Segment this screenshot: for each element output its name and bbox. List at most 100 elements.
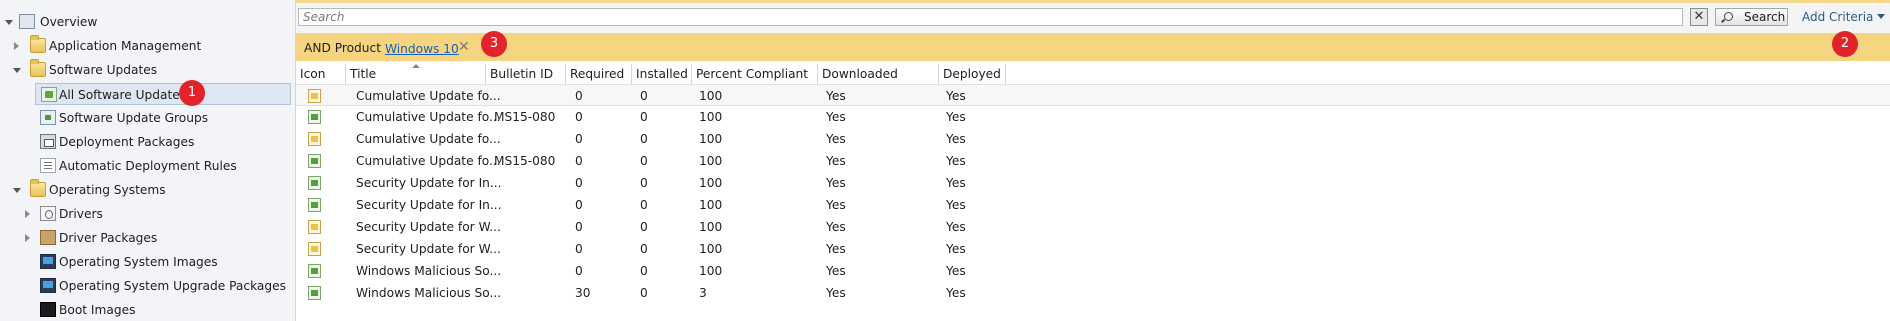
tree-item-drivers[interactable]: Drivers bbox=[0, 203, 294, 225]
tree-item-automatic-deployment-rules[interactable]: Automatic Deployment Rules bbox=[0, 155, 294, 177]
expand-arrow-icon[interactable] bbox=[13, 188, 21, 193]
results-grid: Icon Title Bulletin ID Required Installe… bbox=[296, 64, 1890, 321]
cell-deployed: Yes bbox=[946, 242, 966, 256]
cell-required: 0 bbox=[575, 198, 583, 212]
tree-item-boot-images[interactable]: Boot Images bbox=[0, 299, 294, 321]
criteria-label: AND Product bbox=[304, 41, 381, 55]
cell-title: Windows Malicious So... bbox=[356, 286, 502, 300]
tree-item-software-updates[interactable]: Software Updates bbox=[0, 59, 294, 81]
cell-title: Cumulative Update fo... bbox=[356, 154, 501, 168]
cell-installed: 0 bbox=[640, 89, 648, 103]
update-icon-yellow bbox=[308, 132, 321, 146]
tree-item-label: Software Update Groups bbox=[59, 111, 209, 125]
table-row[interactable]: Cumulative Update fo... MS15-080 0 0 100 Yes Y… bbox=[296, 150, 1890, 172]
update-icon-green bbox=[308, 264, 321, 278]
cell-downloaded: Yes bbox=[826, 132, 846, 146]
cell-title: Cumulative Update fo... bbox=[356, 132, 501, 146]
tree-item-application-management[interactable]: Application Management bbox=[0, 35, 294, 57]
tree-item-deployment-packages[interactable]: Deployment Packages bbox=[0, 131, 294, 153]
table-row[interactable]: Windows Malicious So... 0 0 100 Yes Yes bbox=[296, 260, 1890, 282]
column-header-percent-compliant[interactable]: Percent Compliant bbox=[692, 64, 818, 84]
expand-arrow-icon[interactable] bbox=[5, 20, 13, 25]
cell-deployed: Yes bbox=[946, 110, 966, 124]
cell-percent-compliant: 100 bbox=[699, 89, 723, 103]
cell-required: 0 bbox=[575, 264, 583, 278]
cell-downloaded: Yes bbox=[826, 286, 846, 300]
folder-icon bbox=[30, 35, 46, 53]
folder-icon bbox=[30, 59, 46, 77]
search-input[interactable] bbox=[298, 8, 1683, 26]
update-icon-green bbox=[308, 286, 321, 300]
criteria-bar: AND Product Windows 10 ✕ bbox=[296, 33, 1890, 61]
column-header-deployed[interactable]: Deployed bbox=[939, 64, 1006, 84]
tree-item-label: Application Management bbox=[49, 39, 202, 53]
tree-item-operating-system-images[interactable]: Operating System Images bbox=[0, 251, 294, 273]
tree-item-driver-packages[interactable]: Driver Packages bbox=[0, 227, 294, 249]
cell-installed: 0 bbox=[640, 154, 648, 168]
column-header-installed[interactable]: Installed bbox=[632, 64, 692, 84]
clear-search-button[interactable]: ✕ bbox=[1690, 8, 1708, 26]
tree-item-label: Software Updates bbox=[49, 63, 158, 77]
cell-downloaded: Yes bbox=[826, 264, 846, 278]
cell-deployed: Yes bbox=[946, 264, 966, 278]
tree-item-label: Operating Systems bbox=[49, 183, 166, 197]
collapse-arrow-icon[interactable] bbox=[14, 42, 19, 50]
tree-item-label: Operating System Upgrade Packages bbox=[59, 279, 286, 293]
tree-item-software-update-groups[interactable]: Software Update Groups bbox=[0, 107, 294, 129]
tree-item-overview[interactable]: Overview bbox=[0, 11, 294, 33]
tree-item-operating-system-upgrade-packages[interactable]: Operating System Upgrade Packages bbox=[0, 275, 294, 297]
cell-required: 0 bbox=[575, 176, 583, 190]
tree-item-all-software-updates[interactable]: All Software Updates bbox=[35, 83, 291, 105]
driver-icon bbox=[40, 206, 56, 221]
cell-required: 0 bbox=[575, 242, 583, 256]
cell-downloaded: Yes bbox=[826, 89, 846, 103]
collapse-arrow-icon[interactable] bbox=[25, 210, 30, 218]
cell-installed: 0 bbox=[640, 220, 648, 234]
cell-installed: 0 bbox=[640, 176, 648, 190]
tree-item-label: Driver Packages bbox=[59, 231, 158, 245]
table-row[interactable]: Security Update for In... 0 0 100 Yes Yes bbox=[296, 194, 1890, 216]
cell-title: Cumulative Update fo... bbox=[356, 110, 501, 124]
table-row[interactable]: Security Update for W... 0 0 100 Yes Yes bbox=[296, 238, 1890, 260]
table-row[interactable]: Cumulative Update fo... 0 0 100 Yes Yes bbox=[296, 128, 1890, 150]
cell-deployed: Yes bbox=[946, 154, 966, 168]
table-row[interactable]: Windows Malicious So... 30 0 3 Yes Yes bbox=[296, 282, 1890, 304]
cell-title: Security Update for In... bbox=[356, 176, 502, 190]
cell-downloaded: Yes bbox=[826, 176, 846, 190]
search-button[interactable]: Search bbox=[1715, 8, 1788, 26]
add-criteria-button[interactable]: Add Criteria bbox=[1802, 10, 1886, 24]
cell-required: 30 bbox=[575, 286, 591, 300]
cell-percent-compliant: 100 bbox=[699, 198, 723, 212]
remove-criteria-icon[interactable]: ✕ bbox=[458, 39, 470, 55]
criteria-value-link[interactable]: Windows 10 bbox=[385, 42, 459, 56]
column-header-required[interactable]: Required bbox=[566, 64, 632, 84]
table-row[interactable]: Cumulative Update fo... 0 0 100 Yes Yes bbox=[296, 84, 1890, 106]
os-upgrade-package-icon bbox=[40, 278, 56, 293]
cell-deployed: Yes bbox=[946, 89, 966, 103]
cell-title: Security Update for W... bbox=[356, 220, 501, 234]
cell-installed: 0 bbox=[640, 242, 648, 256]
tree-item-label: Operating System Images bbox=[59, 255, 218, 269]
cell-title: Security Update for In... bbox=[356, 198, 502, 212]
cell-installed: 0 bbox=[640, 110, 648, 124]
column-header-bulletin-id[interactable]: Bulletin ID bbox=[486, 64, 566, 84]
update-icon-yellow bbox=[308, 220, 321, 234]
table-row[interactable]: Cumulative Update fo... MS15-080 0 0 100 Yes Y… bbox=[296, 106, 1890, 128]
cell-percent-compliant: 100 bbox=[699, 154, 723, 168]
update-group-icon bbox=[40, 110, 56, 125]
expand-arrow-icon[interactable] bbox=[13, 68, 21, 73]
table-row[interactable]: Security Update for In... 0 0 100 Yes Yes bbox=[296, 172, 1890, 194]
column-header-icon[interactable]: Icon bbox=[296, 64, 346, 84]
cell-downloaded: Yes bbox=[826, 110, 846, 124]
column-header-downloaded[interactable]: Downloaded bbox=[818, 64, 939, 84]
cell-required: 0 bbox=[575, 154, 583, 168]
cell-percent-compliant: 100 bbox=[699, 220, 723, 234]
cell-required: 0 bbox=[575, 89, 583, 103]
cell-title: Security Update for W... bbox=[356, 242, 501, 256]
table-row[interactable]: Security Update for W... 0 0 100 Yes Yes bbox=[296, 216, 1890, 238]
cell-percent-compliant: 100 bbox=[699, 264, 723, 278]
tree-item-label: Drivers bbox=[59, 207, 103, 221]
update-icon-green bbox=[308, 198, 321, 212]
tree-item-operating-systems[interactable]: Operating Systems bbox=[0, 179, 294, 201]
collapse-arrow-icon[interactable] bbox=[25, 234, 30, 242]
